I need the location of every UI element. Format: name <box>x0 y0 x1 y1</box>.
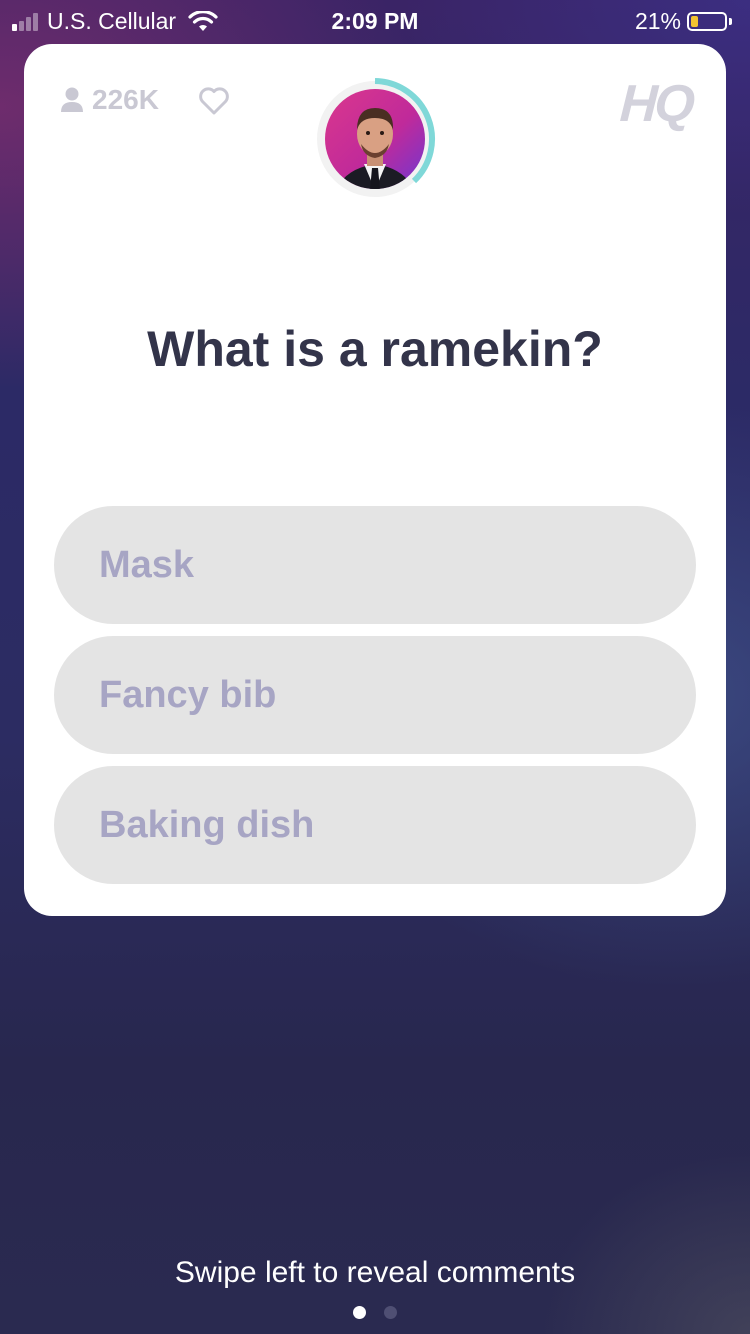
answer-option-1[interactable]: Mask <box>54 506 696 624</box>
viewer-count-label: 226K <box>92 84 159 115</box>
viewer-count: 226K <box>60 84 159 116</box>
question-text: What is a ramekin? <box>147 321 603 377</box>
status-right: 21% <box>635 8 732 35</box>
battery-percent: 21% <box>634 8 681 34</box>
question-card: 226K HQ What is a ramekin? Mask Fancy bi… <box>24 44 726 916</box>
answer-option-3[interactable]: Baking dish <box>54 766 696 884</box>
answer-list: Mask Fancy bib Baking dish <box>54 506 696 896</box>
battery-icon <box>687 12 727 31</box>
status-bar: U.S. Cellular 2:09 PM 21% <box>0 0 750 40</box>
host-avatar <box>317 78 435 197</box>
page-dot-2[interactable] <box>384 1306 397 1319</box>
swipe-hint: Swipe left to reveal comments <box>174 1256 576 1289</box>
battery-level-fill <box>691 16 698 27</box>
page-indicator[interactable] <box>0 1306 750 1319</box>
person-icon <box>61 87 83 112</box>
heart-icon[interactable] <box>198 86 230 116</box>
battery-nub <box>729 18 732 25</box>
answer-option-2[interactable]: Fancy bib <box>54 636 696 754</box>
hq-logo: HQ <box>618 75 694 133</box>
page-dot-1[interactable] <box>353 1306 366 1319</box>
